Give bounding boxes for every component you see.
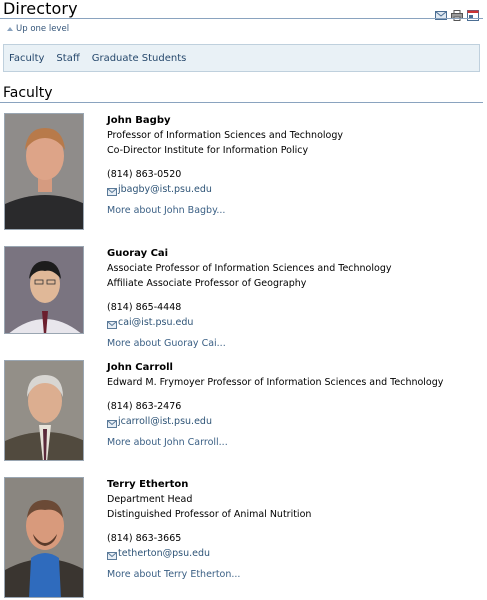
faculty-title: Co-Director Institute for Information Po… (107, 145, 309, 156)
tab-faculty[interactable]: Faculty (9, 53, 44, 64)
faculty-info: Guoray Cai Associate Professor of Inform… (107, 246, 391, 351)
more-about-link[interactable]: More about Guoray Cai... (107, 336, 391, 351)
page-title: Directory (3, 0, 78, 18)
faculty-entry: Terry Etherton Department Head Distingui… (0, 477, 487, 599)
faculty-photo (4, 246, 84, 334)
more-about-link[interactable]: More about Terry Etherton... (107, 567, 311, 582)
faculty-title: Associate Professor of Information Scien… (107, 263, 392, 274)
up-one-level-link[interactable]: Up one level (7, 24, 69, 34)
faculty-email: jbagby@ist.psu.edu (118, 184, 212, 195)
section-rule (0, 102, 483, 103)
tab-graduate-students[interactable]: Graduate Students (92, 53, 187, 64)
mail-icon (107, 550, 117, 560)
faculty-email-link[interactable]: jcarroll@ist.psu.edu (107, 414, 443, 429)
print-icon[interactable] (451, 6, 463, 21)
more-about-link[interactable]: More about John Bagby... (107, 203, 343, 218)
tab-staff[interactable]: Staff (56, 53, 79, 64)
mail-icon (107, 186, 117, 196)
mail-icon (107, 319, 117, 329)
fullscreen-icon[interactable] (467, 6, 479, 21)
faculty-email: tetherton@psu.edu (118, 548, 211, 559)
mail-icon (107, 418, 117, 428)
faculty-entry: Guoray Cai Associate Professor of Inform… (0, 246, 487, 349)
send-page-icon[interactable] (435, 6, 447, 20)
faculty-photo (4, 477, 84, 598)
section-title: Faculty (3, 85, 53, 101)
faculty-photo (4, 360, 84, 461)
faculty-email-link[interactable]: cai@ist.psu.edu (107, 315, 391, 330)
faculty-title: Department Head (107, 494, 193, 505)
faculty-phone: (814) 863-0520 (107, 169, 182, 180)
faculty-name: Guoray Cai (107, 248, 169, 259)
faculty-name: John Carroll (107, 362, 173, 373)
faculty-entry: John Bagby Professor of Information Scie… (0, 113, 487, 231)
header-rule (0, 18, 483, 19)
faculty-entry: John Carroll Edward M. Frymoyer Professo… (0, 360, 487, 462)
faculty-name: John Bagby (107, 115, 171, 126)
more-about-link[interactable]: More about John Carroll... (107, 435, 443, 450)
faculty-title: Professor of Information Sciences and Te… (107, 130, 343, 141)
directory-tabs: Faculty Staff Graduate Students (3, 44, 480, 72)
document-actions (435, 6, 479, 21)
faculty-email: jcarroll@ist.psu.edu (118, 416, 212, 427)
faculty-title: Edward M. Frymoyer Professor of Informat… (107, 377, 444, 388)
faculty-title: Distinguished Professor of Animal Nutrit… (107, 509, 312, 520)
faculty-phone: (814) 865-4448 (107, 302, 182, 313)
faculty-photo (4, 113, 84, 230)
page-header: Directory (0, 0, 487, 21)
faculty-email-link[interactable]: jbagby@ist.psu.edu (107, 182, 343, 197)
faculty-name: Terry Etherton (107, 479, 189, 490)
faculty-email-link[interactable]: tetherton@psu.edu (107, 546, 311, 561)
faculty-info: John Bagby Professor of Information Scie… (107, 113, 343, 218)
faculty-info: Terry Etherton Department Head Distingui… (107, 477, 311, 582)
faculty-email: cai@ist.psu.edu (118, 317, 194, 328)
faculty-title: Affiliate Associate Professor of Geograp… (107, 278, 307, 289)
up-arrow-icon (7, 27, 13, 31)
faculty-info: John Carroll Edward M. Frymoyer Professo… (107, 360, 443, 450)
faculty-phone: (814) 863-2476 (107, 401, 182, 412)
up-one-level-label: Up one level (16, 24, 70, 34)
faculty-phone: (814) 863-3665 (107, 533, 182, 544)
